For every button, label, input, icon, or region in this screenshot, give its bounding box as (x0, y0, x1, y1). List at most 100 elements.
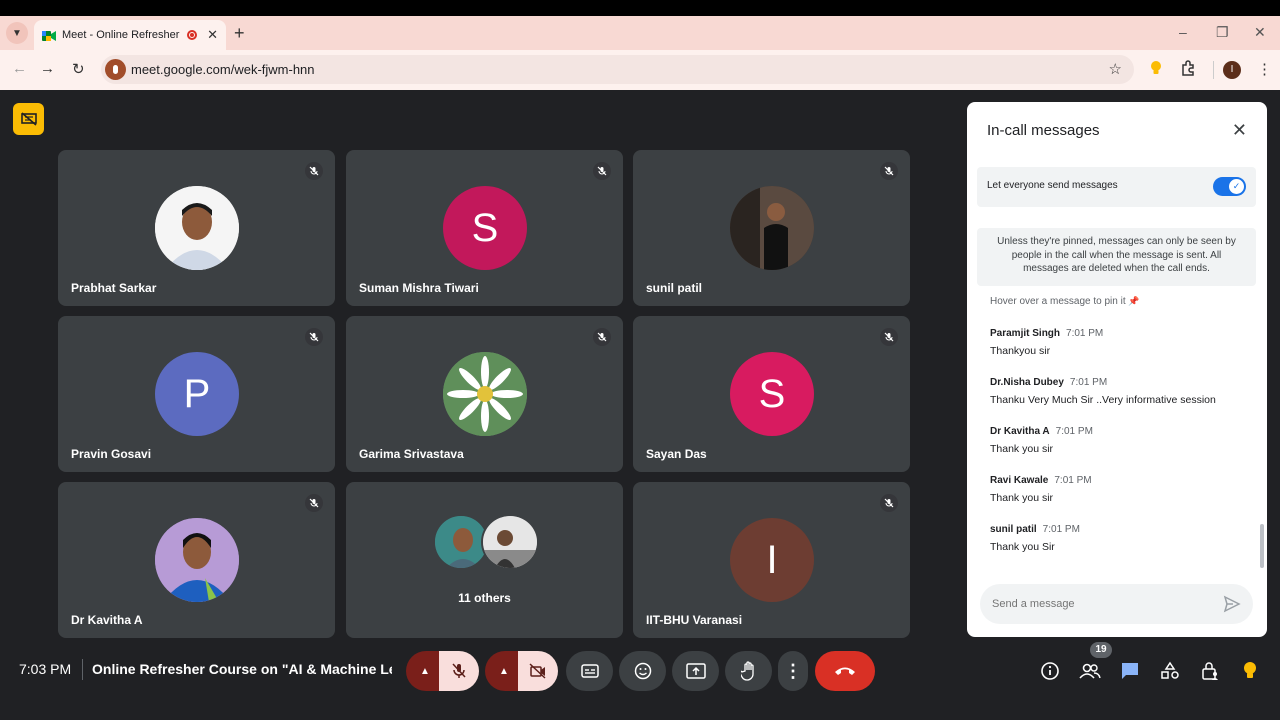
avatar-photo (155, 186, 239, 270)
chat-button[interactable] (1119, 660, 1141, 682)
present-icon (685, 663, 706, 679)
back-icon[interactable]: ← (12, 60, 27, 77)
people-button[interactable] (1079, 660, 1101, 682)
close-window-button[interactable]: ✕ (1254, 24, 1266, 41)
message-text: Thank you sir (990, 492, 1054, 504)
participant-name: IIT-BHU Varanasi (646, 613, 743, 627)
pin-hint-text: Hover over a message to pin it (990, 296, 1126, 307)
camera-off-button[interactable] (518, 651, 558, 691)
participant-tile[interactable]: P Pravin Gosavi (58, 316, 335, 472)
end-call-icon (835, 667, 855, 675)
reactions-button[interactable] (619, 651, 666, 691)
pin-icon: 📌 (1128, 296, 1140, 306)
avatar-photo (730, 186, 814, 270)
participant-tile[interactable]: S Sayan Das (633, 316, 910, 472)
info-icon (1041, 662, 1059, 680)
url-text[interactable]: meet.google.com/wek-fjwm-hnn (131, 62, 315, 77)
participant-name: Suman Mishra Tiwari (359, 281, 479, 295)
address-bar[interactable]: meet.google.com/wek-fjwm-hnn ☆ (101, 55, 1134, 84)
muted-mic-icon (880, 162, 898, 180)
minimize-button[interactable]: – (1179, 24, 1187, 40)
participant-tile[interactable]: I IIT-BHU Varanasi (633, 482, 910, 638)
chat-message[interactable]: Dr.Nisha Dubey 7:01 PM Thanku Very Much S… (990, 377, 1250, 406)
message-sender: sunil patil (990, 524, 1037, 535)
send-icon[interactable] (1223, 595, 1241, 618)
message-time: 7:01 PM (1054, 475, 1092, 486)
reload-icon[interactable]: ↻ (72, 60, 85, 78)
forward-icon[interactable]: → (40, 60, 55, 77)
lock-person-icon (1202, 662, 1218, 680)
muted-mic-icon (305, 162, 323, 180)
send-messages-toggle[interactable] (1213, 177, 1246, 196)
bookmark-star-icon[interactable]: ☆ (1109, 60, 1122, 78)
emoji-icon (634, 662, 651, 680)
host-controls-button[interactable] (1199, 660, 1221, 682)
message-text: Thank you Sir (990, 541, 1055, 553)
muted-mic-icon (880, 494, 898, 512)
camera-control-group: ▲ (485, 651, 563, 691)
close-panel-icon[interactable]: ✕ (1232, 120, 1247, 141)
present-screen-button[interactable] (672, 651, 719, 691)
avatar-letter: S (443, 186, 527, 270)
send-message-input[interactable] (992, 594, 1212, 614)
mic-control-group: ▲ (406, 651, 484, 691)
chat-message[interactable]: Ravi Kawale 7:01 PM Thank you sir (990, 475, 1250, 504)
avatar-letter: P (155, 352, 239, 436)
activities-icon (1161, 661, 1179, 679)
mic-off-icon (452, 663, 466, 678)
let-everyone-send-setting: Let everyone send messages (977, 167, 1256, 207)
muted-mic-icon (305, 328, 323, 346)
muted-mic-icon (593, 328, 611, 346)
messages-info-box: Unless they're pinned, messages can only… (977, 228, 1256, 286)
in-call-messages-panel: In-call messages ✕ Let everyone send mes… (967, 102, 1267, 637)
participant-tile[interactable]: Garima Srivastava (346, 316, 623, 472)
avatar-photo (155, 518, 239, 602)
message-time: 7:01 PM (1055, 426, 1093, 437)
participant-tile[interactable]: S Suman Mishra Tiwari (346, 150, 623, 306)
new-tab-button[interactable]: + (234, 24, 245, 42)
captions-icon (580, 664, 599, 678)
meeting-details-button[interactable] (1039, 660, 1061, 682)
message-sender: Dr.Nisha Dubey (990, 377, 1064, 388)
participant-tile[interactable]: Prabhat Sarkar (58, 150, 335, 306)
message-text: Thankyou sir (990, 345, 1051, 357)
raise-hand-button[interactable] (725, 651, 772, 691)
tab-search-dropdown-icon[interactable]: ▼ (6, 22, 28, 44)
more-options-button[interactable]: ⋮ (778, 651, 808, 691)
activities-button[interactable] (1159, 660, 1181, 682)
participant-tile[interactable]: sunil patil (633, 150, 910, 306)
message-sender: Ravi Kawale (990, 475, 1049, 486)
messages-scrollbar[interactable] (1260, 524, 1264, 568)
restore-button[interactable]: ❐ (1216, 24, 1229, 41)
message-sender: Dr Kavitha A (990, 426, 1050, 437)
leave-call-button[interactable] (815, 651, 875, 691)
camera-off-icon (529, 663, 546, 679)
browser-menu-icon[interactable]: ⋮ (1257, 60, 1272, 78)
participant-name: Garima Srivastava (359, 447, 464, 461)
tab-close-icon[interactable]: ✕ (207, 27, 218, 43)
more-vert-icon: ⋮ (784, 660, 802, 681)
microphone-in-use-icon[interactable] (105, 59, 126, 80)
chat-icon (1122, 663, 1138, 679)
chat-message[interactable]: Dr Kavitha A 7:01 PM Thank you sir (990, 426, 1250, 455)
mic-off-button[interactable] (439, 651, 479, 691)
screen-top-edge (0, 0, 1280, 16)
extensions-puzzle-icon[interactable] (1180, 60, 1196, 80)
presentation-status-icon[interactable] (13, 103, 44, 135)
extension-bulb-icon[interactable] (1150, 60, 1162, 80)
setting-label: Let everyone send messages (987, 180, 1118, 191)
tab-title: Meet - Online Refresher Co (62, 29, 181, 41)
tab-meet[interactable]: Meet - Online Refresher Co ✕ (34, 20, 226, 50)
others-tile[interactable]: 11 others (346, 482, 623, 638)
participant-name: Dr Kavitha A (71, 613, 143, 627)
chat-message[interactable]: Paramjit Singh 7:01 PM Thankyou sir (990, 328, 1250, 357)
participant-tile[interactable]: Dr Kavitha A (58, 482, 335, 638)
presence-bulb-icon[interactable] (1239, 660, 1261, 682)
profile-avatar[interactable]: I (1223, 61, 1241, 79)
people-icon (1079, 663, 1101, 679)
chat-message[interactable]: sunil patil 7:01 PM Thank you Sir (990, 524, 1250, 553)
captions-button[interactable] (566, 651, 613, 691)
message-time: 7:01 PM (1069, 377, 1108, 388)
toolbar-divider (1213, 61, 1214, 79)
bottom-divider (82, 659, 83, 680)
